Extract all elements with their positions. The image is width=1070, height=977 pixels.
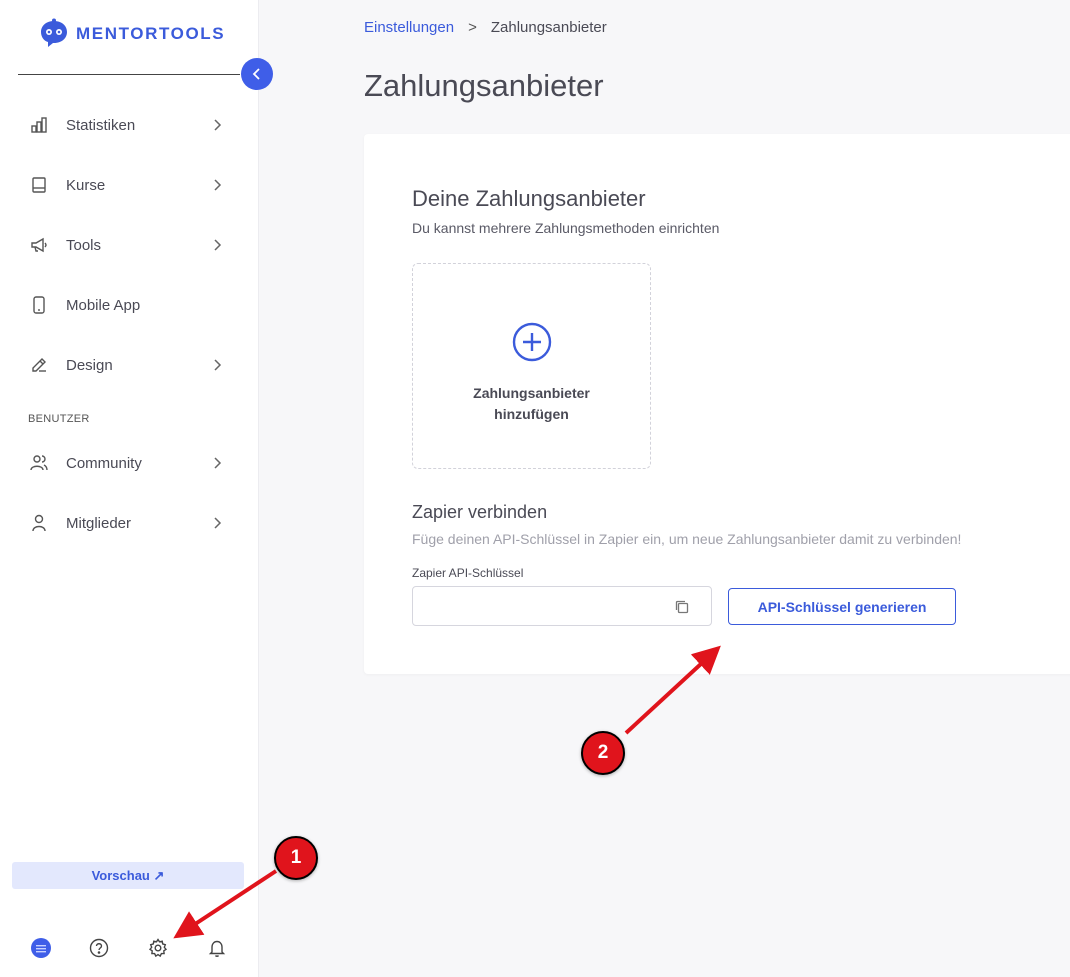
- generate-api-key-button[interactable]: API-Schlüssel generieren: [728, 588, 956, 625]
- chevron-right-icon: [210, 456, 224, 475]
- sidebar-divider: [18, 74, 240, 75]
- api-key-field-wrapper: [412, 586, 712, 626]
- users-icon: [28, 452, 50, 474]
- bar-chart-icon: [28, 114, 50, 136]
- section-label-benutzer: BENUTZER: [28, 413, 90, 425]
- avatar[interactable]: [30, 937, 52, 959]
- logo-text: MENTORTOOLS: [76, 24, 226, 43]
- sidebar-item-label: Kurse: [66, 176, 106, 194]
- collapse-sidebar-button[interactable]: [241, 58, 273, 90]
- annotation-badge-2: 2: [581, 731, 625, 775]
- sidebar-item-kurse[interactable]: Kurse: [28, 170, 228, 200]
- pencil-icon: [28, 354, 50, 376]
- sidebar-item-label: Statistiken: [66, 116, 136, 134]
- sidebar-item-label: Community: [66, 454, 142, 472]
- add-provider-label-line2: hinzufügen: [494, 406, 569, 422]
- zapier-title: Zapier verbinden: [412, 502, 548, 522]
- sidebar-item-label: Mobile App: [66, 296, 141, 314]
- breadcrumb: Einstellungen > Zahlungsanbieter: [364, 19, 607, 36]
- payment-providers-card: Deine Zahlungsanbieter Du kannst mehrere…: [364, 134, 1070, 674]
- gear-icon[interactable]: [147, 937, 169, 959]
- preview-button[interactable]: Vorschau ↗: [12, 862, 244, 889]
- sidebar-item-mobile-app[interactable]: Mobile App: [28, 290, 228, 320]
- zapier-subtitle: Füge deinen API-Schlüssel in Zapier ein,…: [412, 531, 962, 547]
- sidebar-item-mitglieder[interactable]: Mitglieder: [28, 508, 228, 538]
- bell-icon[interactable]: [206, 937, 228, 959]
- chevron-right-icon: [210, 238, 224, 257]
- sidebar-item-statistiken[interactable]: Statistiken: [28, 110, 228, 140]
- page-title: Zahlungsanbieter: [364, 68, 604, 103]
- sidebar-item-label: Tools: [66, 236, 102, 254]
- card-subtitle: Du kannst mehrere Zahlungsmethoden einri…: [412, 220, 720, 236]
- megaphone-icon: [28, 234, 50, 256]
- chevron-right-icon: [210, 358, 224, 377]
- plus-circle-icon: [512, 322, 552, 367]
- chevron-right-icon: [210, 516, 224, 535]
- sidebar-item-tools[interactable]: Tools: [28, 230, 228, 260]
- copy-icon[interactable]: [673, 598, 691, 621]
- api-key-field-label: Zapier API-Schlüssel: [412, 566, 524, 580]
- sidebar-item-design[interactable]: Design: [28, 350, 228, 380]
- sidebar: MENTORTOOLS Statistiken Kurse Tools Mobi…: [0, 0, 259, 977]
- breadcrumb-separator: >: [468, 19, 477, 36]
- chevron-right-icon: [210, 118, 224, 137]
- annotation-badge-1: 1: [274, 836, 318, 880]
- logo-icon: [41, 18, 67, 47]
- add-provider-label-line1: Zahlungsanbieter: [473, 385, 590, 401]
- add-payment-provider-button[interactable]: Zahlungsanbieter hinzufügen: [412, 263, 651, 469]
- chevron-left-icon: [252, 68, 260, 80]
- user-icon: [28, 512, 50, 534]
- api-key-input[interactable]: [413, 587, 711, 625]
- chevron-right-icon: [210, 178, 224, 197]
- card-title: Deine Zahlungsanbieter: [412, 186, 646, 211]
- logo[interactable]: MENTORTOOLS: [38, 18, 225, 50]
- sidebar-item-label: Design: [66, 356, 113, 374]
- add-provider-label: Zahlungsanbieter hinzufügen: [457, 383, 607, 425]
- book-icon: [28, 174, 50, 196]
- help-icon[interactable]: [88, 937, 110, 959]
- smartphone-icon: [28, 294, 50, 316]
- sidebar-item-community[interactable]: Community: [28, 448, 228, 478]
- breadcrumb-current: Zahlungsanbieter: [490, 19, 607, 36]
- sidebar-item-label: Mitglieder: [66, 514, 132, 532]
- breadcrumb-link-einstellungen[interactable]: Einstellungen: [364, 19, 454, 36]
